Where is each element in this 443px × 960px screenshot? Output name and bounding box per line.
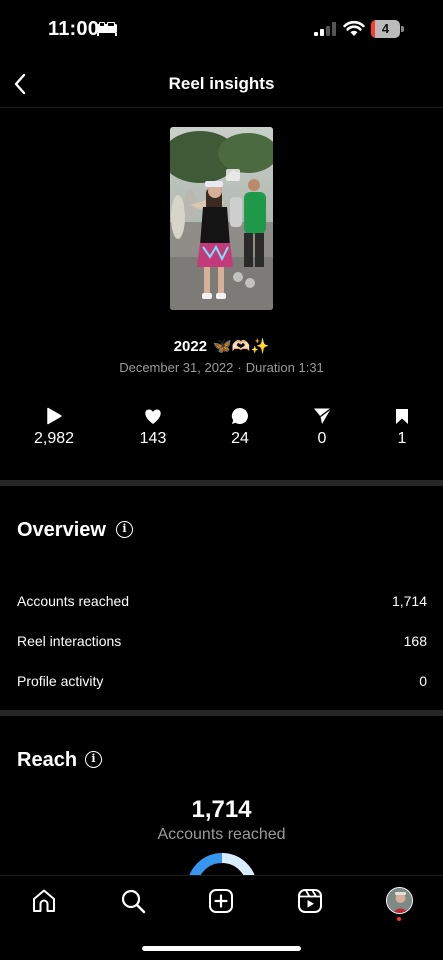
overview-row-profile-activity[interactable]: Profile activity 0 bbox=[17, 673, 427, 693]
sleep-icon bbox=[97, 22, 117, 36]
reach-title: Reach bbox=[17, 749, 78, 771]
reach-donut-chart bbox=[189, 853, 255, 876]
stat-shares-value: 0 bbox=[317, 430, 327, 447]
avatar-image bbox=[387, 888, 412, 913]
stat-shares: 0 bbox=[286, 406, 358, 452]
wifi-icon bbox=[343, 20, 365, 36]
reel-thumbnail[interactable] bbox=[170, 127, 273, 310]
notification-dot bbox=[397, 917, 401, 921]
status-bar: 11:00 4 bbox=[0, 0, 443, 60]
section-divider bbox=[0, 710, 443, 716]
home-icon bbox=[33, 889, 55, 912]
battery-level: 4 bbox=[381, 21, 390, 36]
battery-icon: 4 bbox=[371, 20, 404, 38]
save-icon bbox=[396, 408, 408, 424]
reel-date: December 31, 2022 bbox=[119, 360, 234, 375]
page-title: Reel insights bbox=[168, 74, 275, 93]
overview-row-value: 168 bbox=[403, 633, 427, 649]
tab-home[interactable] bbox=[29, 886, 59, 916]
info-icon[interactable]: i bbox=[85, 751, 102, 768]
stat-saves: 1 bbox=[366, 406, 438, 452]
stat-comments: 24 bbox=[204, 406, 276, 452]
overview-row-value: 0 bbox=[419, 673, 427, 689]
stat-comments-value: 24 bbox=[231, 430, 249, 447]
meta-separator: · bbox=[237, 360, 242, 375]
tab-search[interactable] bbox=[118, 886, 148, 916]
play-icon bbox=[47, 407, 62, 425]
reel-preview-image bbox=[170, 127, 273, 310]
overview-row-accounts-reached[interactable]: Accounts reached 1,714 bbox=[17, 593, 427, 613]
stat-plays: 2,982 bbox=[18, 406, 90, 452]
search-icon bbox=[121, 889, 146, 914]
overview-title: Overview bbox=[17, 519, 106, 541]
reel-title: 2022 🦋🫶🏻✨ bbox=[0, 337, 443, 355]
create-icon bbox=[209, 889, 233, 913]
overview-row-label: Accounts reached bbox=[17, 593, 130, 609]
stat-likes: 143 bbox=[117, 406, 189, 452]
home-indicator bbox=[142, 946, 301, 951]
reach-value: 1,714 bbox=[191, 796, 252, 823]
reach-label: Accounts reached bbox=[157, 826, 286, 843]
tab-reels[interactable] bbox=[295, 886, 325, 916]
comment-icon bbox=[231, 407, 248, 424]
share-icon bbox=[313, 407, 331, 424]
reel-title-text: 2022 bbox=[173, 338, 208, 355]
info-icon[interactable]: i bbox=[116, 521, 133, 538]
reels-icon bbox=[298, 889, 322, 913]
section-divider bbox=[0, 480, 443, 486]
reel-duration: Duration 1:31 bbox=[245, 360, 324, 375]
overview-row-value: 1,714 bbox=[391, 593, 427, 609]
stat-plays-value: 2,982 bbox=[33, 430, 75, 447]
heart-icon bbox=[145, 409, 161, 424]
overview-row-label: Profile activity bbox=[17, 673, 104, 689]
reel-meta: December 31, 2022 · Duration 1:31 bbox=[0, 360, 443, 375]
status-time: 11:00 bbox=[48, 18, 100, 40]
signal-icon bbox=[314, 22, 336, 36]
tab-create[interactable] bbox=[206, 886, 236, 916]
stat-likes-value: 143 bbox=[139, 430, 167, 447]
reel-title-emojis: 🦋🫶🏻✨ bbox=[213, 338, 270, 355]
overview-row-label: Reel interactions bbox=[17, 633, 122, 649]
stat-saves-value: 1 bbox=[397, 430, 407, 447]
header: Reel insights bbox=[0, 60, 443, 108]
overview-row-reel-interactions[interactable]: Reel interactions 168 bbox=[17, 633, 427, 653]
profile-avatar[interactable] bbox=[386, 887, 413, 914]
